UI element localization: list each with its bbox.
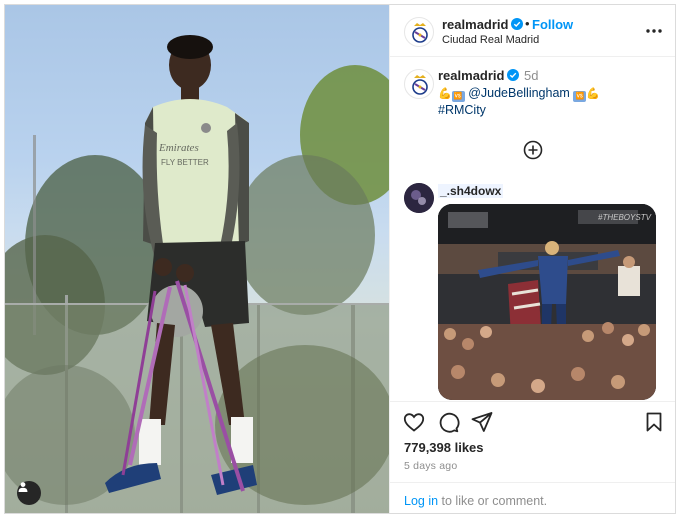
verified-badge-icon xyxy=(511,18,523,30)
caption-username[interactable]: realmadrid xyxy=(438,68,504,83)
photo-scene: Emirates FLY BETTER xyxy=(5,35,389,513)
commenter-username[interactable]: _.sh4dowx xyxy=(438,184,504,198)
avatar-image xyxy=(404,183,434,213)
user-icon xyxy=(18,482,28,492)
instagram-post-frame: Emirates FLY BETTER realmadrid • Follow … xyxy=(4,4,676,514)
follow-button[interactable]: Follow xyxy=(532,17,573,32)
flexed-biceps-emoji: 💪 xyxy=(586,88,601,100)
post-actions: 779,398 likes 5 days ago Log in to like … xyxy=(390,401,675,513)
login-prompt: Log in to like or comment. xyxy=(390,482,675,513)
image-watermark: #THEBOYSTV xyxy=(598,213,652,222)
post-time-ago[interactable]: 5 days ago xyxy=(404,460,457,472)
load-more-comments-icon[interactable] xyxy=(523,140,543,160)
shirt-sponsor-subtext: FLY BETTER xyxy=(161,158,209,167)
more-options-icon[interactable] xyxy=(642,21,666,41)
shirt-sponsor-text: Emirates xyxy=(158,142,199,154)
post-photo[interactable]: Emirates FLY BETTER xyxy=(5,5,389,513)
hashtag-link[interactable]: #RMCity xyxy=(438,103,486,117)
vs-emoji: 🆚 xyxy=(573,91,587,102)
real-madrid-crest-icon xyxy=(412,75,428,95)
commenter-avatar[interactable] xyxy=(404,183,434,213)
tagged-users-button[interactable] xyxy=(17,481,41,505)
comment-icon[interactable] xyxy=(436,410,460,434)
vs-emoji: 🆚 xyxy=(451,91,465,102)
login-prompt-text: Log in to like or comment. xyxy=(404,494,547,508)
post-header: realmadrid • Follow Ciudad Real Madrid xyxy=(390,5,675,57)
caption-text: 💪 🆚 @JudeBellingham 🆚 💪 #RMCity xyxy=(438,85,600,118)
heart-icon[interactable] xyxy=(402,410,426,434)
caption-avatar[interactable] xyxy=(404,69,434,99)
verified-badge-icon xyxy=(507,69,519,81)
avatar[interactable] xyxy=(404,17,434,47)
post-username[interactable]: realmadrid xyxy=(442,17,508,32)
bookmark-icon[interactable] xyxy=(642,410,666,434)
real-madrid-crest-icon xyxy=(412,23,428,43)
post-sidebar: realmadrid • Follow Ciudad Real Madrid r… xyxy=(389,5,675,513)
share-icon[interactable] xyxy=(470,410,494,434)
comment-image[interactable]: #THEBOYSTV xyxy=(438,204,656,400)
post-location[interactable]: Ciudad Real Madrid xyxy=(442,34,539,46)
mention-link[interactable]: @JudeBellingham xyxy=(468,86,570,100)
likes-count[interactable]: 779,398 likes xyxy=(404,440,484,455)
caption-timestamp[interactable]: 5d xyxy=(524,68,538,83)
login-link[interactable]: Log in xyxy=(404,494,438,508)
flexed-biceps-emoji: 💪 xyxy=(438,88,452,100)
comment-photo-scene: #THEBOYSTV xyxy=(438,204,656,400)
login-prompt-rest: to like or comment. xyxy=(438,494,548,508)
dot-separator: • xyxy=(525,16,530,31)
